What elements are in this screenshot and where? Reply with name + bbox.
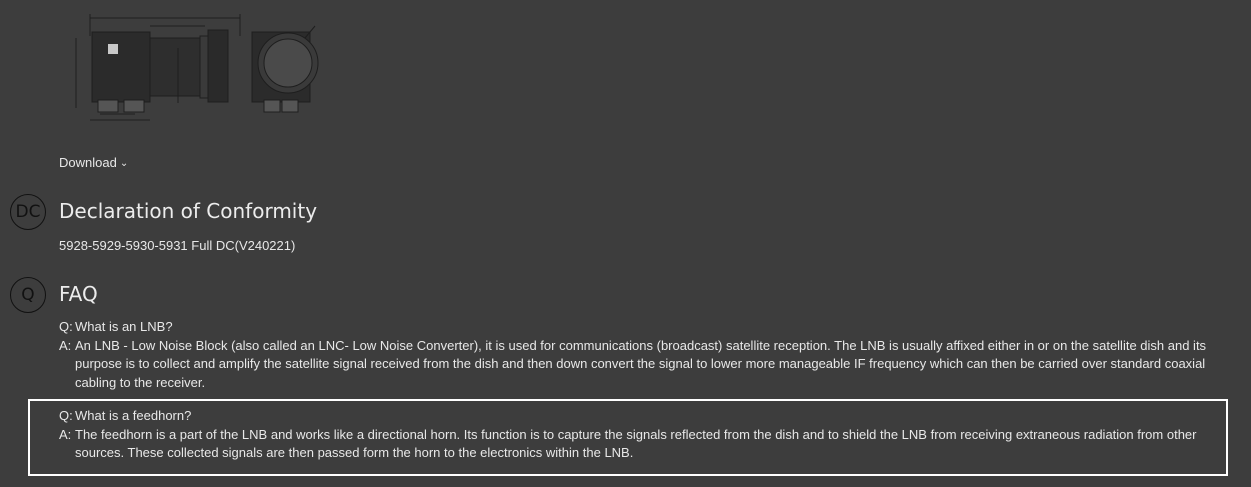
- faq-item: Q: What is an LNB? A: An LNB - Low Noise…: [59, 318, 1219, 392]
- faq-item: Q: What is a feedhorn? A: The feedhorn i…: [59, 407, 1219, 463]
- download-label: Download: [59, 155, 117, 170]
- question-prefix: Q:: [59, 408, 73, 423]
- faq-section-title: FAQ: [59, 282, 98, 306]
- chevron-down-icon: ⌄: [119, 158, 129, 169]
- answer-prefix: A:: [59, 426, 72, 442]
- lnb-technical-drawing: [75, 14, 319, 121]
- dc-badge-icon: DC: [10, 194, 46, 230]
- product-page: Download ⌄ DC Declaration of Conformity 5…: [0, 0, 1251, 487]
- question-text: What is a feedhorn?: [75, 408, 192, 423]
- answer-text: An LNB - Low Noise Block (also called an…: [75, 337, 1207, 390]
- download-link[interactable]: Download ⌄: [59, 155, 128, 170]
- faq-question[interactable]: Q: What is an LNB?: [59, 318, 1219, 337]
- dc-document-link[interactable]: 5928-5929-5930-5931 Full DC(V240221): [59, 238, 295, 253]
- faq-question[interactable]: Q: What is a feedhorn?: [59, 407, 1219, 426]
- answer-text: The feedhorn is a part of the LNB and wo…: [75, 426, 1197, 461]
- answer-prefix: A:: [59, 337, 72, 353]
- faq-answer: A: The feedhorn is a part of the LNB and…: [59, 426, 1219, 463]
- question-text: What is an LNB?: [75, 319, 173, 334]
- question-prefix: Q:: [59, 319, 73, 334]
- faq-badge-icon: Q: [10, 277, 46, 313]
- dc-section-title: Declaration of Conformity: [59, 199, 318, 223]
- faq-answer: A: An LNB - Low Noise Block (also called…: [59, 337, 1219, 393]
